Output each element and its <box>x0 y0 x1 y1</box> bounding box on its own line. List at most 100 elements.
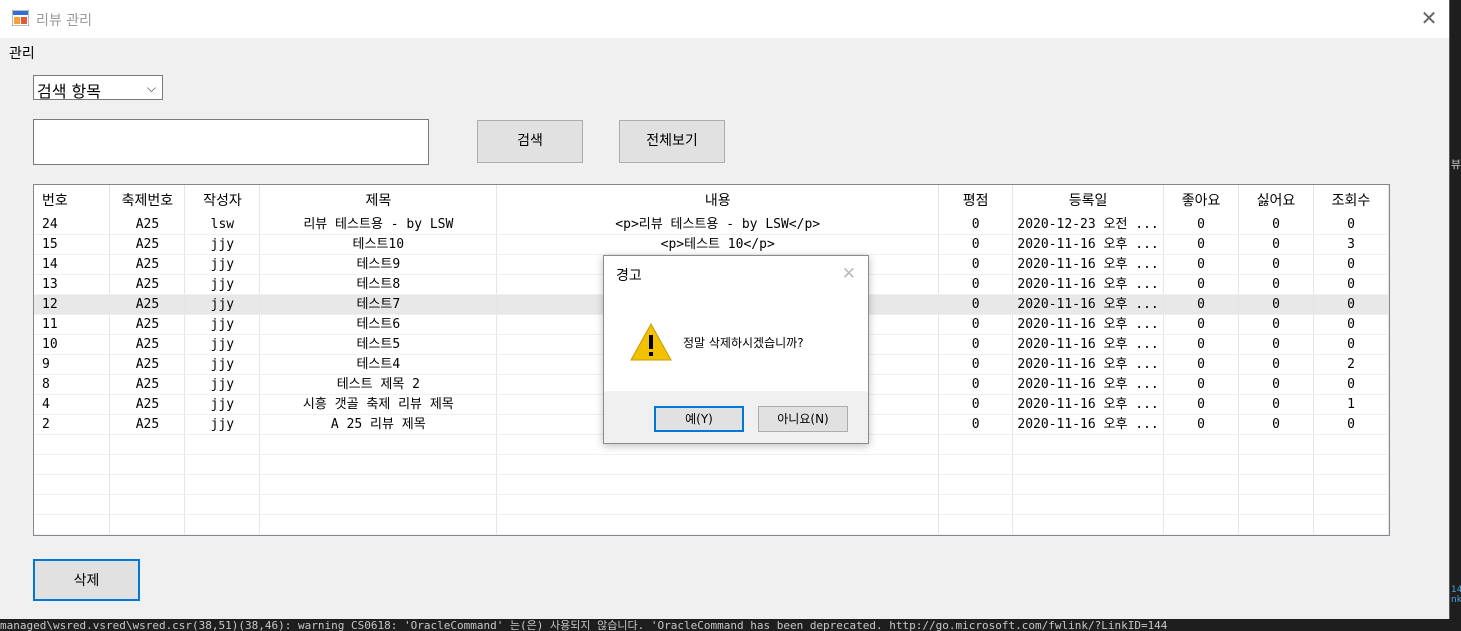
table-cell[interactable]: 2020-11-16 오후 ... <box>1012 394 1165 415</box>
table-cell[interactable]: 13 <box>34 274 111 295</box>
table-cell[interactable]: 0 <box>1163 334 1240 355</box>
search-field-select[interactable]: 검색 항목 ⌵ <box>33 75 163 101</box>
table-cell[interactable]: 0 <box>1163 354 1240 375</box>
table-cell[interactable]: 2020-11-16 오후 ... <box>1012 254 1165 275</box>
column-header[interactable]: 번호 <box>34 185 111 215</box>
search-input[interactable] <box>33 119 429 165</box>
table-cell[interactable]: 2020-11-16 오후 ... <box>1012 234 1165 255</box>
table-cell[interactable]: jjy <box>184 354 261 375</box>
table-cell[interactable]: 테스트 제목 2 <box>259 374 498 395</box>
table-cell[interactable]: jjy <box>184 334 261 355</box>
table-cell[interactable]: 2020-11-16 오후 ... <box>1012 414 1165 435</box>
table-cell[interactable]: 0 <box>1313 274 1389 295</box>
table-cell[interactable]: 0 <box>1238 274 1314 295</box>
table-cell[interactable]: 2 <box>1313 354 1389 375</box>
table-cell[interactable]: 테스트4 <box>259 354 498 375</box>
table-cell[interactable]: 0 <box>1313 294 1389 315</box>
table-cell[interactable]: <p>테스트 10</p> <box>496 234 940 255</box>
table-cell[interactable]: 0 <box>1238 394 1314 415</box>
table-cell[interactable]: 2020-11-16 오후 ... <box>1012 334 1165 355</box>
table-cell[interactable]: 0 <box>1238 294 1314 315</box>
table-cell[interactable]: 0 <box>1313 254 1389 275</box>
table-cell[interactable]: A25 <box>109 414 186 435</box>
menu-item-manage[interactable]: 관리 <box>9 43 35 63</box>
table-cell[interactable]: 0 <box>1238 354 1314 375</box>
column-header[interactable]: 작성자 <box>184 185 261 215</box>
table-cell[interactable]: jjy <box>184 254 261 275</box>
table-cell[interactable]: A25 <box>109 374 186 395</box>
table-cell[interactable]: A25 <box>109 314 186 335</box>
table-cell[interactable]: 0 <box>1163 314 1240 335</box>
table-cell[interactable]: 0 <box>938 374 1014 395</box>
table-cell[interactable]: 시흥 갯골 축제 리뷰 제목 <box>259 394 498 415</box>
table-cell[interactable]: 4 <box>34 394 111 415</box>
table-cell[interactable]: A 25 리뷰 제목 <box>259 414 498 435</box>
table-cell[interactable]: lsw <box>184 215 261 235</box>
column-header[interactable]: 내용 <box>496 185 940 215</box>
table-cell[interactable]: 2020-12-23 오전 ... <box>1012 215 1165 235</box>
table-cell[interactable]: 0 <box>1238 234 1314 255</box>
table-cell[interactable]: 0 <box>1238 215 1314 235</box>
table-cell[interactable]: 0 <box>938 234 1014 255</box>
table-cell[interactable]: 테스트5 <box>259 334 498 355</box>
table-cell[interactable]: 0 <box>1163 254 1240 275</box>
table-cell[interactable]: jjy <box>184 414 261 435</box>
table-cell[interactable]: 2020-11-16 오후 ... <box>1012 274 1165 295</box>
table-cell[interactable]: 테스트10 <box>259 234 498 255</box>
table-cell[interactable]: 리뷰 테스트용 - by LSW <box>259 215 498 235</box>
table-cell[interactable]: 0 <box>1163 294 1240 315</box>
table-cell[interactable]: 0 <box>938 354 1014 375</box>
table-row[interactable]: 24 A25 lsw 리뷰 테스트용 - by LSW <p>리뷰 테스트용 - by … <box>34 215 1389 235</box>
table-cell[interactable]: 2 <box>34 414 111 435</box>
table-cell[interactable]: 0 <box>1313 414 1389 435</box>
table-cell[interactable]: A25 <box>109 215 186 235</box>
table-cell[interactable]: 0 <box>1313 374 1389 395</box>
table-cell[interactable]: A25 <box>109 334 186 355</box>
table-cell[interactable]: <p>리뷰 테스트용 - by LSW</p> <box>496 215 940 235</box>
table-cell[interactable]: 0 <box>1163 274 1240 295</box>
view-all-button[interactable]: 전체보기 <box>619 120 725 163</box>
table-cell[interactable]: 2020-11-16 오후 ... <box>1012 314 1165 335</box>
table-cell[interactable]: 0 <box>1238 254 1314 275</box>
dialog-close-icon[interactable]: ✕ <box>842 264 856 284</box>
column-header[interactable]: 좋아요 <box>1163 185 1240 215</box>
column-header[interactable]: 조회수 <box>1313 185 1389 215</box>
table-cell[interactable]: A25 <box>109 234 186 255</box>
table-cell[interactable]: 0 <box>938 254 1014 275</box>
column-header[interactable]: 등록일 <box>1012 185 1165 215</box>
table-cell[interactable]: jjy <box>184 294 261 315</box>
yes-button[interactable]: 예(Y) <box>654 406 744 432</box>
table-cell[interactable]: 테스트7 <box>259 294 498 315</box>
table-cell[interactable]: 0 <box>938 334 1014 355</box>
table-cell[interactable]: 0 <box>1313 314 1389 335</box>
table-cell[interactable]: 24 <box>34 215 111 235</box>
table-cell[interactable]: jjy <box>184 234 261 255</box>
table-cell[interactable]: A25 <box>109 274 186 295</box>
table-cell[interactable]: 3 <box>1313 234 1389 255</box>
table-cell[interactable]: 0 <box>1163 414 1240 435</box>
table-cell[interactable]: 0 <box>938 215 1014 235</box>
table-cell[interactable]: jjy <box>184 394 261 415</box>
table-cell[interactable]: 0 <box>938 394 1014 415</box>
table-cell[interactable]: 10 <box>34 334 111 355</box>
table-cell[interactable]: 2020-11-16 오후 ... <box>1012 354 1165 375</box>
column-header[interactable]: 제목 <box>259 185 498 215</box>
table-cell[interactable]: 0 <box>938 294 1014 315</box>
title-bar[interactable]: 리뷰 관리 ✕ <box>0 0 1449 38</box>
table-cell[interactable]: 0 <box>1163 374 1240 395</box>
table-cell[interactable]: 0 <box>1163 234 1240 255</box>
table-cell[interactable]: 14 <box>34 254 111 275</box>
delete-button[interactable]: 삭제 <box>33 559 140 601</box>
column-header[interactable]: 축제번호 <box>109 185 186 215</box>
table-cell[interactable]: 0 <box>938 414 1014 435</box>
search-button[interactable]: 검색 <box>477 120 583 163</box>
table-cell[interactable]: 0 <box>1163 215 1240 235</box>
table-cell[interactable]: 11 <box>34 314 111 335</box>
table-cell[interactable]: 15 <box>34 234 111 255</box>
table-cell[interactable]: 12 <box>34 294 111 315</box>
table-cell[interactable]: 테스트6 <box>259 314 498 335</box>
table-cell[interactable]: 0 <box>1313 215 1389 235</box>
table-cell[interactable]: A25 <box>109 394 186 415</box>
table-cell[interactable]: 0 <box>1313 334 1389 355</box>
table-cell[interactable]: 8 <box>34 374 111 395</box>
